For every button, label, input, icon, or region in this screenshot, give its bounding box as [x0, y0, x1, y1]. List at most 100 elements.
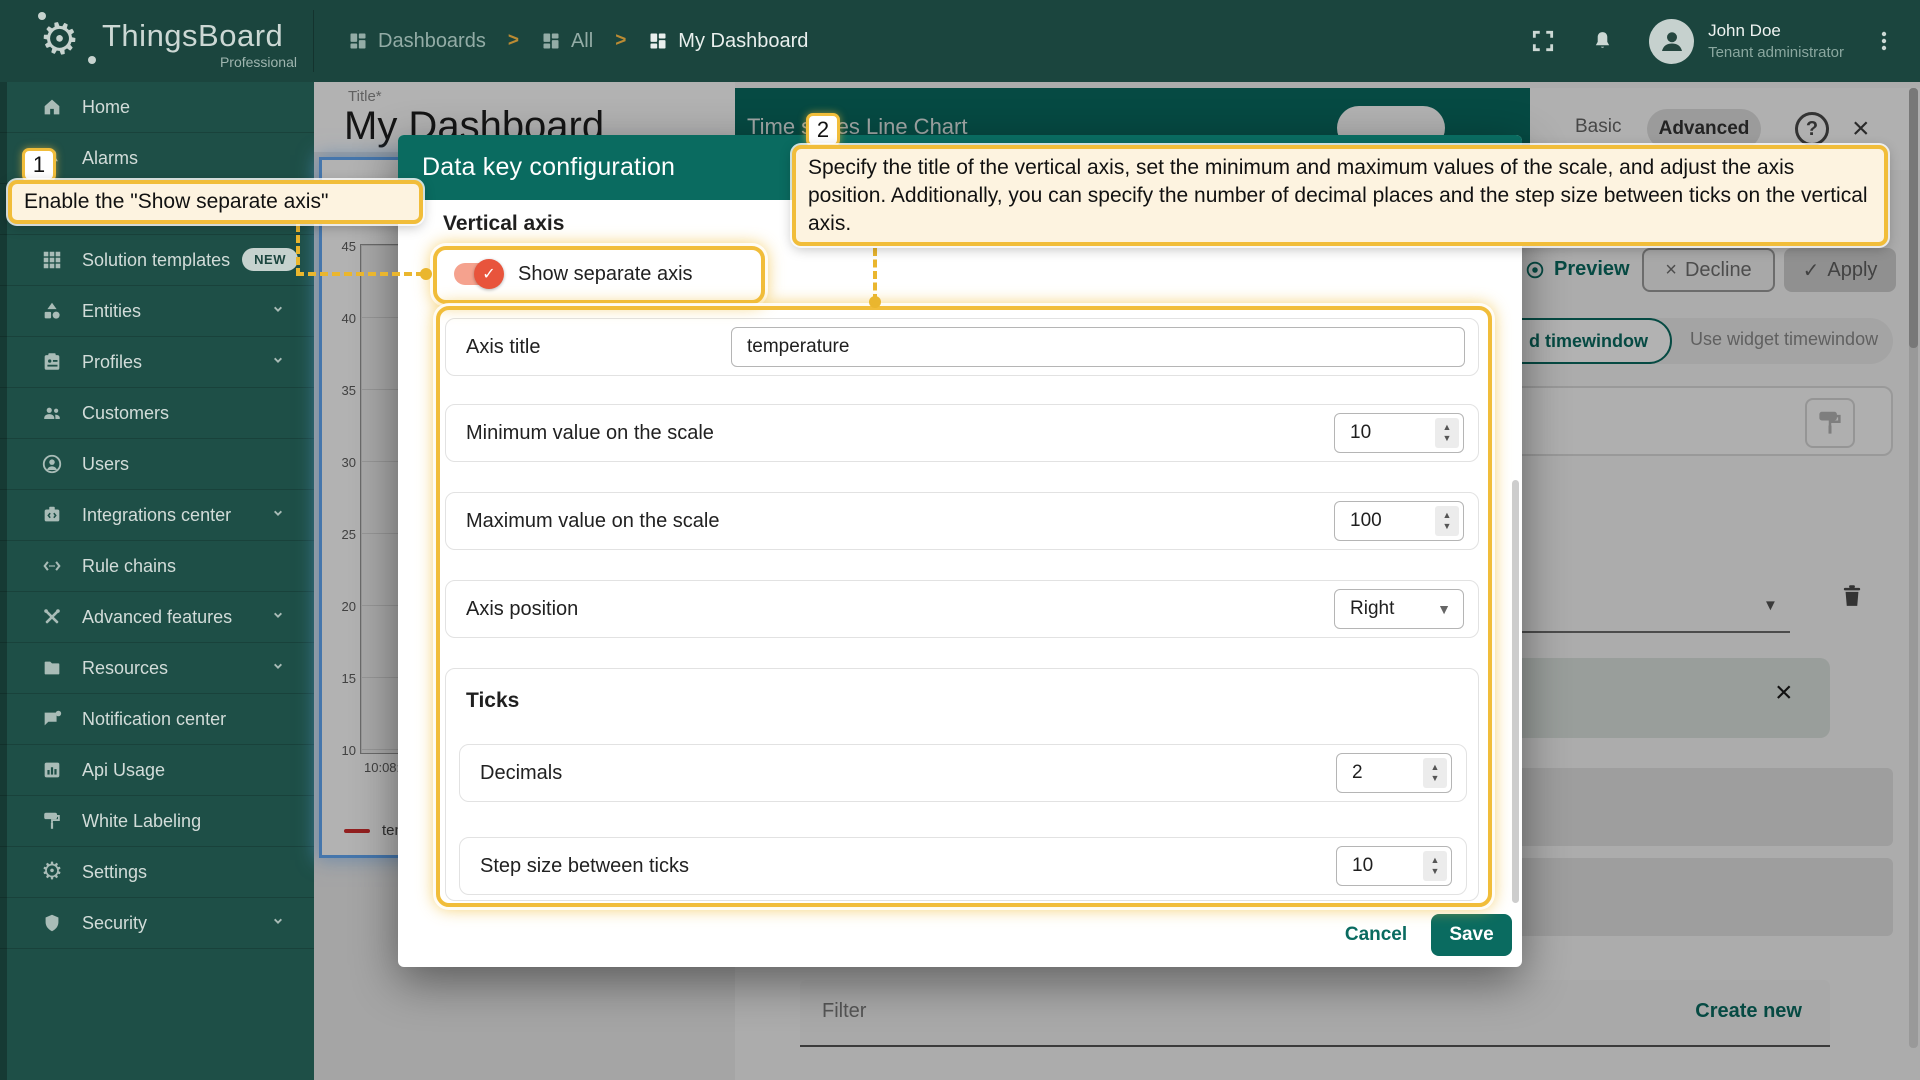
- number-stepper[interactable]: ▲▼: [1435, 506, 1459, 536]
- axis-title-input[interactable]: temperature: [731, 327, 1465, 367]
- min-value-input[interactable]: 10 ▲▼: [1334, 413, 1464, 453]
- sidebar-item-home[interactable]: Home: [0, 82, 314, 133]
- sidebar-item-notification-center[interactable]: Notification center: [0, 694, 314, 745]
- annotation-1-number: 1: [22, 148, 56, 182]
- user-info[interactable]: John Doe Tenant administrator: [1708, 21, 1844, 61]
- breadcrumb-dashboards[interactable]: Dashboards: [348, 30, 486, 53]
- show-separate-axis-toggle[interactable]: ✓: [454, 263, 502, 285]
- sidebar-item-label: White Labeling: [82, 811, 201, 832]
- number-stepper[interactable]: ▲▼: [1423, 851, 1447, 881]
- sidebar-item-security[interactable]: Security: [0, 898, 314, 949]
- sidebar-item-label: Customers: [82, 403, 169, 424]
- step-size-label: Step size between ticks: [480, 838, 689, 894]
- annotation-2-number: 2: [806, 113, 840, 147]
- new-badge: NEW: [242, 248, 298, 271]
- min-value-row: Minimum value on the scale 10 ▲▼: [445, 404, 1479, 462]
- dialog-scrollbar-thumb[interactable]: [1512, 480, 1519, 903]
- sidebar-item-label: Integrations center: [82, 505, 231, 526]
- annotation-1-connector-dot: [420, 268, 432, 280]
- sidebar-item-label: Rule chains: [82, 556, 176, 577]
- stepper-up-icon[interactable]: ▲: [1431, 856, 1440, 865]
- stepper-down-icon[interactable]: ▼: [1431, 867, 1440, 876]
- min-value: 10: [1350, 422, 1371, 444]
- sidebar-item-label: Settings: [82, 862, 147, 883]
- logo-orb-icon: [38, 12, 46, 20]
- sidebar-item-resources[interactable]: Resources: [0, 643, 314, 694]
- breadcrumb-my-dashboard[interactable]: My Dashboard: [648, 30, 808, 53]
- dialog-title: Data key configuration: [422, 153, 675, 182]
- sidebar-item-label: Home: [82, 97, 130, 118]
- stepper-up-icon[interactable]: ▲: [1443, 423, 1452, 432]
- decimals-label: Decimals: [480, 745, 562, 801]
- sidebar-item-rule-chains[interactable]: Rule chains: [0, 541, 314, 592]
- min-value-label: Minimum value on the scale: [466, 405, 714, 461]
- annotation-2-connector: [873, 248, 877, 302]
- sidebar-item-solution-templates[interactable]: Solution templates NEW: [0, 235, 314, 286]
- annotation-1-text: Enable the "Show separate axis": [8, 180, 423, 224]
- decimals-input[interactable]: 2 ▲▼: [1336, 753, 1452, 793]
- fullscreen-icon: [1530, 28, 1556, 54]
- axis-position-select[interactable]: Right ▼: [1334, 589, 1464, 629]
- fullscreen-button[interactable]: [1530, 28, 1556, 54]
- thingsboard-logo[interactable]: ⚙ ThingsBoard Professional: [38, 10, 314, 72]
- vertical-axis-section-label: Vertical axis: [443, 212, 564, 236]
- id-badge-icon: [40, 350, 64, 374]
- save-button[interactable]: Save: [1431, 914, 1512, 956]
- number-stepper[interactable]: ▲▼: [1423, 758, 1447, 788]
- cancel-button[interactable]: Cancel: [1336, 914, 1416, 956]
- sidebar-item-label: Resources: [82, 658, 168, 679]
- sidebar-item-customers[interactable]: Customers: [0, 388, 314, 439]
- breadcrumb-all[interactable]: All: [541, 30, 593, 53]
- stepper-down-icon[interactable]: ▼: [1443, 434, 1452, 443]
- ticks-section: Ticks Decimals 2 ▲▼ Step size between ti…: [445, 668, 1479, 901]
- stepper-up-icon[interactable]: ▲: [1443, 511, 1452, 520]
- decimals-value: 2: [1352, 762, 1363, 784]
- sidebar-item-label: Alarms: [82, 148, 138, 169]
- sidebar-item-users[interactable]: Users: [0, 439, 314, 490]
- stepper-down-icon[interactable]: ▼: [1431, 774, 1440, 783]
- stepper-down-icon[interactable]: ▼: [1443, 522, 1452, 531]
- sidebar-item-integrations-center[interactable]: Integrations center: [0, 490, 314, 541]
- breadcrumb: Dashboards > All > My Dashboard: [348, 0, 808, 82]
- chevron-down-icon: [268, 503, 288, 528]
- max-value-label: Maximum value on the scale: [466, 493, 719, 549]
- topbar-actions: John Doe Tenant administrator: [1530, 0, 1920, 82]
- user-role: Tenant administrator: [1708, 44, 1844, 61]
- step-size-input[interactable]: 10 ▲▼: [1336, 846, 1452, 886]
- notifications-button[interactable]: [1590, 29, 1615, 54]
- more-vert-icon: [1872, 29, 1896, 53]
- axis-position-value: Right: [1350, 598, 1394, 620]
- toggle-label: Show separate axis: [518, 263, 693, 286]
- max-value-input[interactable]: 100 ▲▼: [1334, 501, 1464, 541]
- shapes-icon: [40, 299, 64, 323]
- bell-icon: [1590, 29, 1615, 54]
- sidebar-item-advanced-features[interactable]: Advanced features: [0, 592, 314, 643]
- axis-title-label: Axis title: [466, 319, 540, 375]
- avatar[interactable]: [1649, 19, 1694, 64]
- axis-title-row: Axis title temperature: [445, 318, 1479, 376]
- number-stepper[interactable]: ▲▼: [1435, 418, 1459, 448]
- sidebar-item-label: Api Usage: [82, 760, 165, 781]
- stepper-up-icon[interactable]: ▲: [1431, 763, 1440, 772]
- sidebar-item-settings[interactable]: ⚙ Settings: [0, 847, 314, 898]
- max-value: 100: [1350, 510, 1382, 532]
- toggle-thumb-check-icon: ✓: [474, 259, 504, 289]
- sidebar-item-label: Entities: [82, 301, 141, 322]
- more-menu-button[interactable]: [1872, 29, 1896, 53]
- topbar: ⚙ ThingsBoard Professional Dashboards > …: [0, 0, 1920, 82]
- sidebar-item-profiles[interactable]: Profiles: [0, 337, 314, 388]
- axis-title-value: temperature: [747, 336, 849, 358]
- person-icon: [1657, 26, 1687, 56]
- bar-chart-icon: [40, 758, 64, 782]
- dashboards-icon: [541, 31, 561, 51]
- thingsboard-screen: ⚙ ThingsBoard Professional Dashboards > …: [0, 0, 1920, 1080]
- sidebar-item-label: Notification center: [82, 709, 226, 730]
- annotation-2-connector-dot: [869, 296, 881, 308]
- sidebar-item-white-labeling[interactable]: White Labeling: [0, 796, 314, 847]
- axis-position-label: Axis position: [466, 581, 578, 637]
- annotation-2-text: Specify the title of the vertical axis, …: [792, 145, 1888, 246]
- sidebar-item-entities[interactable]: Entities: [0, 286, 314, 337]
- sidebar-item-api-usage[interactable]: Api Usage: [0, 745, 314, 796]
- dashboards-icon: [348, 31, 368, 51]
- user-name: John Doe: [1708, 21, 1844, 41]
